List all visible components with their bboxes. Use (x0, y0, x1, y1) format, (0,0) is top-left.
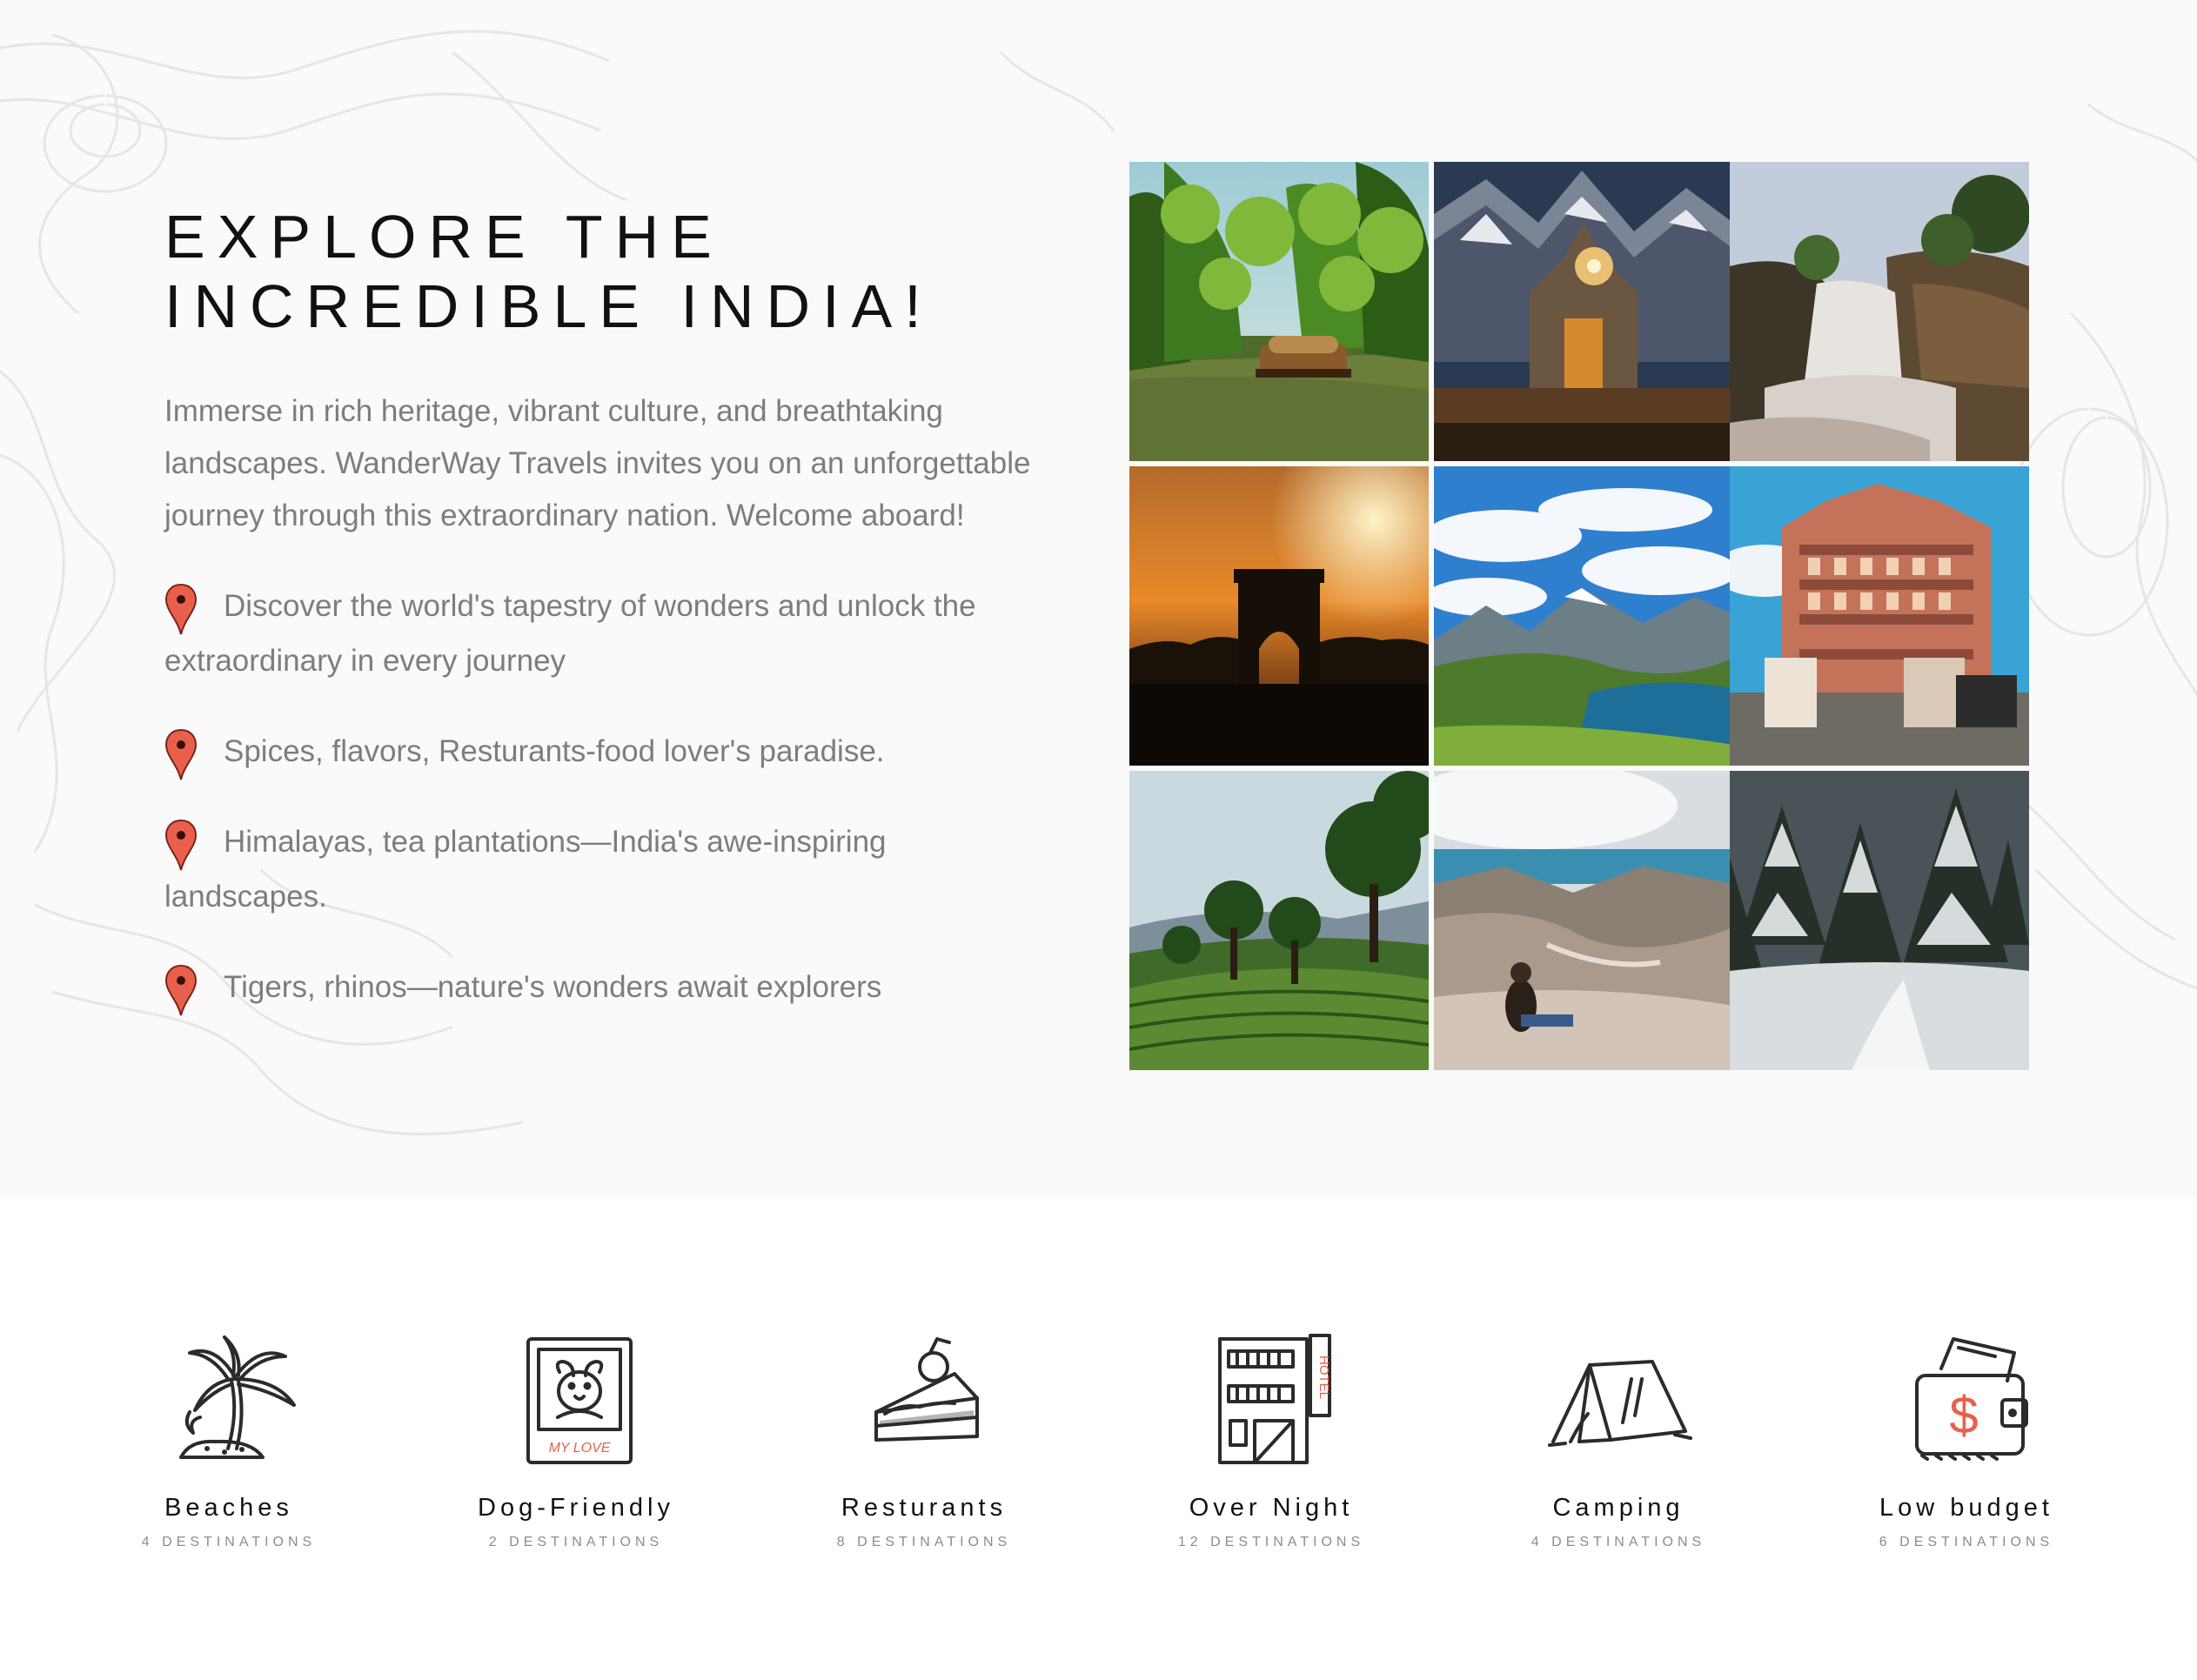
categories-section: Beaches 4 DESTINATIONS MY LOVE Dog-Frien… (0, 1196, 2197, 1680)
feature-text: Spices, flavors, Resturants-food lover's… (224, 734, 885, 768)
category-dog-friendly[interactable]: MY LOVE Dog-Friendly 2 DESTINATIONS (445, 1327, 707, 1553)
feature-item: Tigers, rhinos—nature's wonders await ex… (164, 960, 1052, 1017)
feature-item: Discover the world's tapestry of wonders… (164, 579, 1052, 688)
category-count: 6 DESTINATIONS (1879, 1535, 2054, 1549)
photo-gallery (1129, 162, 2029, 1070)
category-name: Beaches (164, 1494, 293, 1522)
tent-icon (1548, 1360, 1692, 1447)
hotel-building-icon: HOTEL (1218, 1334, 1331, 1464)
category-low-budget[interactable]: $ Low budget 6 DESTINATIONS (1836, 1327, 2097, 1553)
svg-text:MY LOVE: MY LOVE (549, 1441, 611, 1456)
feature-text: Himalayas, tea plantations—India's awe-i… (164, 825, 887, 914)
dog-photo-icon: MY LOVE (526, 1337, 633, 1464)
intro-paragraph: Immerse in rich heritage, vibrant cultur… (164, 394, 1031, 532)
feature-text: Tigers, rhinos—nature's wonders await ex… (224, 970, 882, 1004)
photo-hawa-mahal[interactable] (1730, 466, 2029, 766)
category-beaches[interactable]: Beaches 4 DESTINATIONS (98, 1327, 359, 1553)
photo-kedarnath-temple[interactable] (1434, 162, 1733, 461)
feature-item: Spices, flavors, Resturants-food lover's… (164, 724, 1052, 781)
title-line-2: INCREDIBLE INDIA! (164, 272, 934, 340)
category-name: Resturants (841, 1494, 1008, 1522)
map-pin-icon (164, 819, 198, 872)
feature-text: Discover the world's tapestry of wonders… (164, 589, 976, 678)
svg-text:HOTEL: HOTEL (1316, 1355, 1331, 1399)
photo-himalayan-lake[interactable] (1434, 466, 1733, 766)
photo-mountain-traveler[interactable] (1434, 771, 1733, 1070)
category-name: Camping (1552, 1494, 1685, 1522)
hero-section: EXPLORE THE INCREDIBLE INDIA! Immerse in… (0, 0, 2197, 1196)
palm-tree-icon (179, 1335, 296, 1459)
cake-slice-icon (874, 1337, 979, 1442)
map-pin-icon (164, 728, 198, 781)
category-count: 2 DESTINATIONS (488, 1535, 664, 1549)
feature-list: Discover the world's tapestry of wonders… (164, 579, 1052, 1050)
category-count: 8 DESTINATIONS (836, 1535, 1012, 1549)
svg-text:$: $ (1949, 1386, 1978, 1444)
category-count: 12 DESTINATIONS (1177, 1535, 1365, 1549)
page: EXPLORE THE INCREDIBLE INDIA! Immerse in… (0, 0, 2197, 1680)
page-title: EXPLORE THE INCREDIBLE INDIA! (164, 202, 1035, 341)
photo-kerala-backwaters[interactable] (1129, 162, 1429, 461)
map-pin-icon (164, 964, 198, 1017)
photo-waterfall[interactable] (1730, 162, 2029, 461)
photo-india-gate[interactable] (1129, 466, 1429, 766)
title-line-1: EXPLORE THE (164, 203, 724, 271)
category-name: Over Night (1189, 1494, 1354, 1522)
category-resturants[interactable]: Resturants 8 DESTINATIONS (794, 1327, 1055, 1553)
category-name: Low budget (1879, 1494, 2053, 1522)
photo-snowy-forest[interactable] (1730, 771, 2029, 1070)
category-camping[interactable]: Camping 4 DESTINATIONS (1488, 1327, 1749, 1553)
category-count: 4 DESTINATIONS (141, 1535, 317, 1549)
photo-tea-plantation[interactable] (1129, 771, 1429, 1070)
map-pin-icon (164, 583, 198, 636)
category-count: 4 DESTINATIONS (1531, 1535, 1706, 1549)
category-name: Dog-Friendly (478, 1494, 674, 1522)
wallet-dollar-icon: $ (1915, 1337, 2028, 1461)
category-over-night[interactable]: HOTEL Over Night 12 DESTINATIONS (1141, 1327, 1402, 1553)
feature-item: Himalayas, tea plantations—India's awe-i… (164, 814, 1052, 924)
